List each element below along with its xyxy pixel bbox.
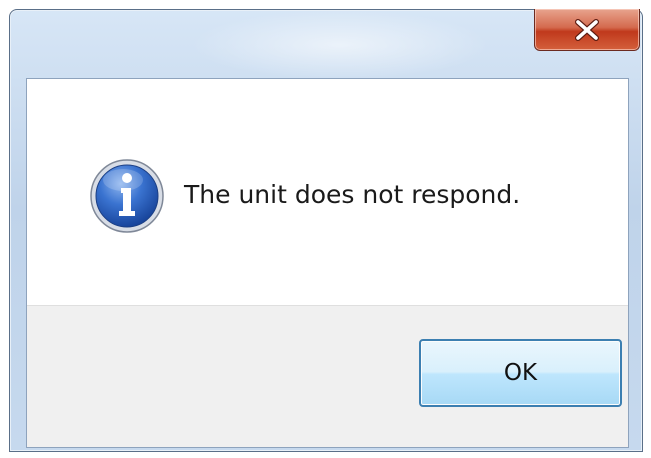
message-dialog: The unit does not respond. OK bbox=[9, 9, 643, 452]
message-text: The unit does not respond. bbox=[184, 180, 521, 209]
dialog-body: The unit does not respond. OK bbox=[26, 78, 629, 448]
button-area: OK bbox=[27, 305, 628, 447]
information-icon bbox=[90, 159, 164, 233]
close-icon bbox=[575, 18, 599, 41]
close-button[interactable] bbox=[534, 9, 640, 51]
titlebar bbox=[190, 10, 490, 80]
message-area: The unit does not respond. bbox=[27, 79, 628, 305]
ok-button[interactable]: OK bbox=[419, 339, 622, 407]
